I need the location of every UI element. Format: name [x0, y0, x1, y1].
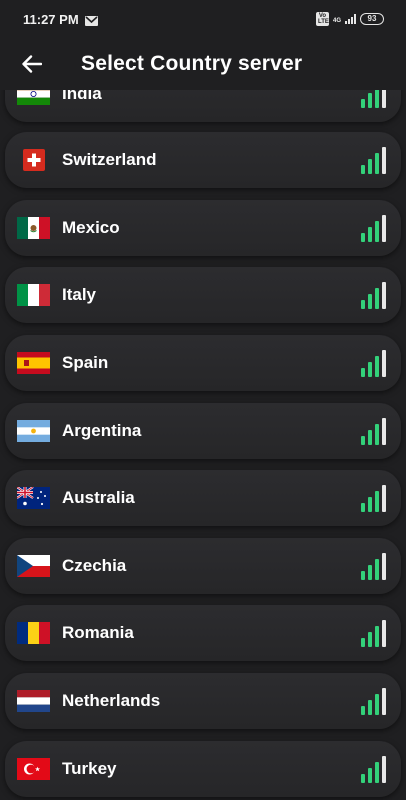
signal-strength-icon — [361, 417, 386, 445]
server-row-mexico[interactable]: Mexico — [5, 200, 401, 256]
country-name: Argentina — [62, 421, 142, 440]
italy-flag-icon — [17, 284, 50, 306]
signal-strength-icon — [361, 214, 386, 242]
country-name: Italy — [62, 285, 97, 304]
server-row-netherlands[interactable]: Netherlands — [5, 673, 401, 729]
page-title: Select Country server — [81, 52, 303, 75]
czechia-flag-icon — [17, 555, 50, 577]
server-row-switzerland[interactable]: Switzerland — [5, 132, 401, 188]
spain-flag-icon — [17, 352, 50, 374]
server-row-australia[interactable]: Australia — [5, 470, 401, 526]
app-header: Select Country server — [0, 38, 406, 90]
signal-strength-icon — [361, 687, 386, 715]
netherlands-flag-icon — [17, 690, 50, 712]
back-button[interactable] — [20, 52, 44, 76]
signal-strength-icon — [361, 755, 386, 783]
server-row-romania[interactable]: Romania — [5, 605, 401, 661]
server-row-czechia[interactable]: Czechia — [5, 538, 401, 594]
volte-badge: Vo LTE — [315, 12, 329, 26]
mexico-flag-icon — [17, 217, 50, 239]
cell-signal-icon — [345, 14, 356, 24]
status-right: Vo LTE 4G 93 — [315, 12, 384, 26]
server-row-italy[interactable]: Italy — [5, 267, 401, 323]
romania-flag-icon — [17, 622, 50, 644]
switzerland-flag-icon — [17, 149, 50, 171]
server-row-argentina[interactable]: Argentina — [5, 403, 401, 459]
signal-strength-icon — [361, 146, 386, 174]
network-type: 4G — [332, 18, 341, 24]
country-name: Turkey — [62, 759, 117, 778]
argentina-flag-icon — [17, 420, 50, 442]
country-name: Romania — [62, 623, 134, 642]
signal-strength-icon — [361, 281, 386, 309]
australia-flag-icon — [17, 487, 50, 509]
signal-strength-icon — [361, 349, 386, 377]
mail-icon — [84, 14, 98, 26]
status-bar: 11:27 PM Vo LTE 4G 93 — [0, 0, 406, 38]
country-name: Czechia — [62, 556, 127, 575]
status-time: 11:27 PM — [23, 11, 79, 27]
country-name: Switzerland — [62, 150, 157, 169]
signal-strength-icon — [361, 619, 386, 647]
server-row-spain[interactable]: Spain — [5, 335, 401, 391]
signal-strength-icon — [361, 484, 386, 512]
country-name: Australia — [62, 488, 135, 507]
turkey-flag-icon — [17, 758, 50, 780]
country-name: Mexico — [62, 218, 120, 237]
arrow-left-icon — [22, 55, 42, 73]
status-left: 11:27 PM — [23, 12, 98, 27]
signal-strength-icon — [361, 552, 386, 580]
country-name: Spain — [62, 353, 109, 372]
country-name: Netherlands — [62, 691, 161, 710]
battery-indicator: 93 — [360, 13, 384, 25]
server-list[interactable]: India Switzerland Mexico Italy Spain Arg… — [0, 0, 406, 800]
server-row-turkey[interactable]: Turkey — [5, 741, 401, 797]
